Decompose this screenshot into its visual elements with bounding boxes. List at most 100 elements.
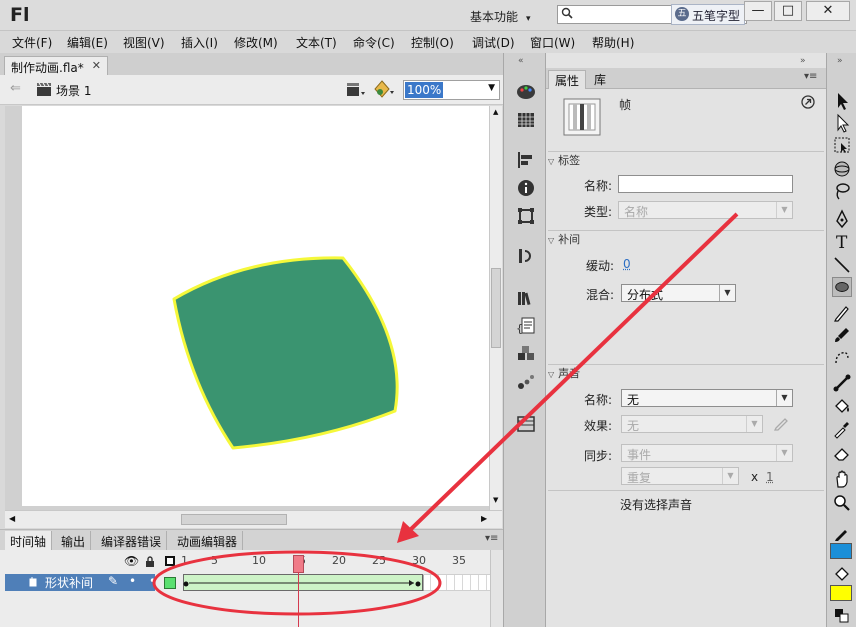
menu-modify[interactable]: 修改(M) [234, 34, 278, 51]
brush-tool-icon[interactable] [832, 325, 852, 345]
scroll-left-arrow-icon[interactable]: ◀ [9, 514, 15, 523]
section-label[interactable]: ▽ 标签 [548, 151, 824, 167]
sound-effect-select[interactable]: 无 ▼ [621, 415, 763, 433]
back-arrow-icon[interactable]: ⇐ [10, 81, 21, 96]
menu-window[interactable]: 窗口(W) [530, 34, 575, 51]
layer-row[interactable]: 形状补间 ✎ • • [5, 574, 156, 591]
ime-status-bar[interactable]: 五五笔字型 [671, 4, 745, 25]
sound-repeat-select[interactable]: 重复 ▼ [621, 467, 739, 485]
workspace-switcher[interactable]: 基本功能 ▾ [470, 8, 531, 25]
tab-timeline[interactable]: 时间轴 [5, 531, 53, 550]
free-transform-tool-icon[interactable] [832, 135, 852, 155]
tab-compiler-errors[interactable]: 编译器错误 [96, 531, 168, 550]
collapse-tools-arrows-icon[interactable]: » [837, 56, 843, 66]
deco-tool-icon[interactable] [832, 347, 852, 367]
edit-sound-pencil-icon[interactable] [773, 415, 789, 431]
tween-shape[interactable] [172, 256, 399, 450]
eraser-tool-icon[interactable] [832, 443, 852, 463]
collapse-panel-arrows-icon[interactable]: » [800, 56, 806, 66]
timeline-vertical-scrollbar[interactable] [490, 550, 503, 627]
blend-select[interactable]: 分布式 ▼ [621, 284, 736, 302]
swatches-grid-icon[interactable] [516, 111, 536, 129]
menu-view[interactable]: 视图(V) [123, 34, 165, 51]
tab-output[interactable]: 输出 [56, 531, 92, 550]
eyedropper-tool-icon[interactable] [832, 419, 852, 439]
stroke-color-pencil-icon[interactable] [832, 523, 852, 543]
scroll-down-arrow-icon[interactable]: ▼ [493, 496, 498, 504]
menu-control[interactable]: 控制(O) [411, 34, 454, 51]
menu-insert[interactable]: 插入(I) [181, 34, 218, 51]
visibility-dot-icon[interactable]: • [129, 574, 136, 588]
collapse-arrows-icon[interactable]: « [518, 56, 524, 66]
hand-tool-icon[interactable] [832, 469, 852, 489]
menu-debug[interactable]: 调试(D) [472, 34, 515, 51]
text-tool-icon[interactable]: T [832, 231, 852, 251]
menu-edit[interactable]: 编辑(E) [67, 34, 108, 51]
menu-text[interactable]: 文本(T) [296, 34, 337, 51]
panel-menu-icon[interactable]: ▾≡ [485, 533, 498, 544]
components-icon[interactable] [516, 345, 536, 363]
ease-value-scrubber[interactable]: 0 [623, 257, 631, 271]
frame-name-input[interactable] [618, 175, 793, 193]
paint-bucket-tool-icon[interactable] [832, 397, 852, 417]
stage-horizontal-scrollbar[interactable]: ◀ ▶ [5, 510, 502, 528]
edit-scene-icon[interactable] [346, 81, 366, 99]
tab-motion-editor[interactable]: 动画编辑器 [172, 531, 244, 550]
scroll-right-arrow-icon[interactable]: ▶ [481, 514, 487, 523]
subselection-tool-icon[interactable] [832, 113, 852, 133]
sound-name-select[interactable]: 无 ▼ [621, 389, 793, 407]
pen-tool-icon[interactable] [832, 209, 852, 229]
info-icon[interactable] [516, 179, 536, 197]
zoom-select[interactable]: 100% ▼ [403, 80, 500, 100]
color-palette-icon[interactable] [516, 83, 536, 101]
lasso-tool-icon[interactable] [832, 181, 852, 201]
motion-presets-icon[interactable] [516, 373, 536, 391]
pencil-tool-icon[interactable] [832, 303, 852, 323]
lock-dot-icon[interactable]: • [149, 574, 156, 588]
sound-sync-select[interactable]: 事件 ▼ [621, 444, 793, 462]
history-icon[interactable] [516, 247, 536, 265]
lock-icon[interactable] [145, 556, 155, 567]
outline-toggle-icon[interactable] [165, 556, 175, 566]
close-tab-icon[interactable]: ✕ [92, 59, 101, 72]
panel-menu-icon[interactable]: ▾≡ [804, 71, 817, 82]
shape-tween-span[interactable] [183, 574, 423, 591]
tab-library[interactable]: 库 [588, 70, 612, 89]
section-sound[interactable]: ▽ 声音 [548, 364, 824, 380]
horizontal-scroll-thumb[interactable] [181, 514, 287, 525]
stroke-color-swatch[interactable] [830, 543, 852, 559]
stage-vertical-scrollbar[interactable]: ▲ ▼ [489, 106, 502, 510]
pencil-icon[interactable]: ✎ [108, 574, 118, 588]
layer-outline-color-swatch[interactable] [164, 577, 176, 589]
help-link-icon[interactable] [801, 95, 815, 109]
library-books-icon[interactable] [516, 289, 536, 307]
bone-tool-icon[interactable] [832, 373, 852, 393]
menu-file[interactable]: 文件(F) [12, 34, 52, 51]
align-icon[interactable] [516, 151, 536, 169]
scroll-up-arrow-icon[interactable]: ▲ [493, 108, 498, 116]
transform-icon[interactable] [516, 207, 536, 225]
oval-tool-icon[interactable] [832, 277, 852, 297]
minimize-button[interactable]: — [744, 1, 772, 21]
actions-script-icon[interactable]: { [516, 317, 536, 335]
tab-properties[interactable]: 属性 [548, 70, 587, 89]
black-white-icon[interactable] [832, 606, 852, 626]
vertical-scroll-thumb[interactable] [491, 268, 501, 348]
zoom-tool-icon[interactable] [832, 493, 852, 513]
section-tween[interactable]: ▽ 补间 [548, 230, 824, 246]
playhead[interactable] [293, 555, 304, 573]
line-tool-icon[interactable] [832, 255, 852, 275]
fill-color-swatch[interactable] [830, 585, 852, 601]
selection-tool-icon[interactable] [832, 91, 852, 111]
repeat-count-value[interactable]: 1 [766, 470, 774, 484]
menu-commands[interactable]: 命令(C) [353, 34, 395, 51]
edit-symbols-icon[interactable] [373, 80, 395, 99]
close-button[interactable]: ✕ [806, 1, 850, 21]
maximize-button[interactable]: □ [774, 1, 802, 21]
fill-color-bucket-icon[interactable] [832, 565, 852, 585]
eye-icon[interactable]: 👁 [124, 554, 139, 568]
menu-help[interactable]: 帮助(H) [592, 34, 634, 51]
document-tab[interactable]: 制作动画.fla* ✕ [4, 56, 108, 75]
3d-rotation-tool-icon[interactable] [832, 159, 852, 179]
label-type-select[interactable]: 名称 ▼ [618, 201, 793, 219]
